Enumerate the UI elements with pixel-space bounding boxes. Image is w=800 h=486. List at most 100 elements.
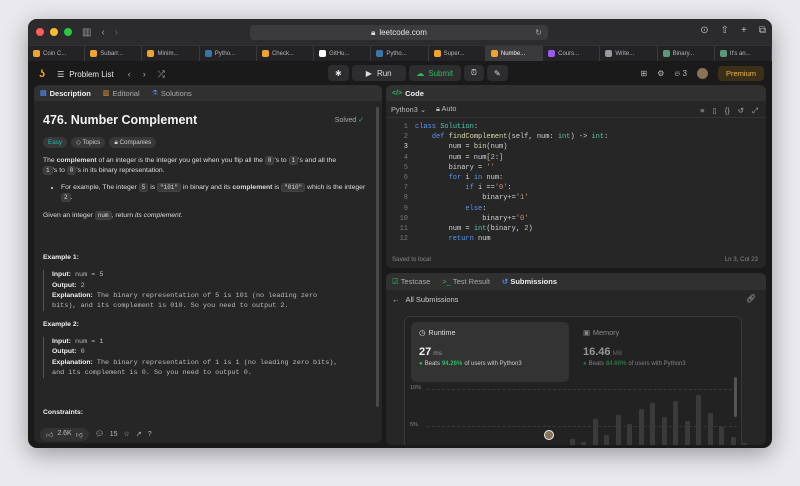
- autosave-toggle[interactable]: 🔒︎ Auto: [436, 104, 457, 114]
- reset-icon[interactable]: ↺: [738, 106, 744, 116]
- browser-tab[interactable]: Coin C...: [28, 46, 86, 61]
- results-scrollbar[interactable]: [734, 377, 737, 417]
- bookmark-icon[interactable]: ▯: [713, 106, 717, 116]
- debug-button[interactable]: ✱: [328, 65, 349, 81]
- distribution-bar[interactable]: [742, 443, 747, 445]
- my-submission-avatar: [543, 430, 554, 440]
- back-icon[interactable]: ‹: [101, 27, 104, 38]
- prev-problem-icon[interactable]: ‹: [128, 69, 131, 80]
- browser-tab[interactable]: Check...: [257, 46, 315, 61]
- distribution-bar[interactable]: [569, 439, 575, 445]
- browser-tab[interactable]: Super...: [429, 46, 486, 61]
- premium-button[interactable]: Premium: [717, 66, 764, 81]
- memory-card[interactable]: ▣ Memory 16.46 MB ● Beats 84.60% of users w…: [575, 322, 735, 382]
- topics-tag[interactable]: ◇ Topics: [71, 136, 106, 149]
- minimize-window-button[interactable]: [50, 28, 58, 36]
- browser-tab[interactable]: Pytho...: [200, 46, 257, 61]
- browser-tab[interactable]: Numbe...: [485, 46, 544, 61]
- streak-counter[interactable]: 🔥︎ 3: [674, 69, 687, 79]
- url-bar[interactable]: 🔒︎ leetcode.com ↻: [250, 25, 548, 40]
- browser-tab-label: Coin C...: [43, 50, 67, 57]
- description-scrollbar[interactable]: [376, 107, 379, 407]
- distribution-bar[interactable]: [707, 413, 713, 445]
- tab-test-result[interactable]: >_ Test Result: [442, 277, 490, 286]
- flask-icon: ⚗: [151, 90, 158, 97]
- distribution-bar[interactable]: [661, 417, 667, 445]
- language-select[interactable]: Python3 ⌄: [391, 105, 426, 114]
- next-problem-icon[interactable]: ›: [143, 69, 146, 80]
- browser-tab[interactable]: Minim...: [142, 46, 200, 61]
- distribution-bar[interactable]: [615, 415, 621, 445]
- browser-tab[interactable]: Cours...: [543, 46, 601, 61]
- layout-icon[interactable]: ⊞: [641, 69, 648, 78]
- help-icon[interactable]: ?: [148, 431, 152, 438]
- tab-description[interactable]: ▤ Description: [40, 89, 91, 98]
- browser-tab[interactable]: Subarr...: [85, 46, 143, 61]
- browser-tabs: Coin C... Subarr... Minim... Pytho... Check.…: [28, 45, 772, 61]
- problem-list-button[interactable]: ☰ Problem List: [57, 70, 114, 79]
- run-button[interactable]: ▶ Run: [351, 65, 406, 81]
- zoom-window-button[interactable]: [64, 28, 72, 36]
- comment-icon[interactable]: 💬︎: [95, 430, 104, 438]
- distribution-bar[interactable]: [592, 419, 598, 445]
- example-2-box: Input: num = 1 Output: 0 Explanation: Th…: [43, 337, 373, 378]
- tab-submissions[interactable]: ↺ Submissions: [502, 277, 557, 286]
- text: 's to: [52, 167, 67, 175]
- leetcode-logo-icon[interactable]: ʖ: [39, 68, 45, 80]
- thumbs-up-icon[interactable]: 👍︎: [46, 430, 53, 439]
- check-circle-icon: ✓: [358, 117, 364, 124]
- distribution-bar[interactable]: [627, 424, 632, 445]
- download-icon[interactable]: ⊙: [700, 25, 708, 36]
- tab-solutions[interactable]: ⚗ Solutions: [152, 89, 192, 98]
- format-icon[interactable]: ≡: [700, 106, 704, 116]
- forward-icon[interactable]: ›: [115, 27, 118, 38]
- submit-button[interactable]: ☁ Submit: [408, 65, 461, 81]
- timer-button[interactable]: ⏰︎: [463, 65, 484, 81]
- browser-tab[interactable]: Binary...: [658, 46, 715, 61]
- browser-tab[interactable]: Write...: [600, 46, 658, 61]
- runtime-card[interactable]: ◷ Runtime 27 ms ● Beats 94.26% of users wit…: [411, 322, 569, 382]
- star-icon[interactable]: ☆: [124, 430, 130, 438]
- tab-overview-icon[interactable]: ⧉: [759, 25, 766, 36]
- distribution-bar[interactable]: [719, 427, 724, 445]
- distribution-bar[interactable]: [581, 442, 586, 445]
- share-icon[interactable]: ⇧: [721, 25, 729, 36]
- distribution-bar[interactable]: [696, 395, 701, 445]
- description-tabs: ▤ Description ▥ Editorial ⚗ Solutions: [34, 85, 382, 101]
- tab-code[interactable]: </> Code: [392, 89, 424, 98]
- browser-tab[interactable]: GitHu...: [314, 46, 372, 61]
- browser-tab[interactable]: It's an...: [715, 46, 772, 61]
- beats-label: Beats: [424, 361, 440, 367]
- companies-tag[interactable]: 🔒︎ Companies: [109, 136, 157, 149]
- distribution-bar[interactable]: [650, 403, 655, 445]
- line-number: 8: [403, 194, 408, 203]
- like-count: 2.6K: [57, 429, 72, 437]
- tab-submissions-label: Submissions: [510, 277, 557, 286]
- distribution-bar[interactable]: [730, 437, 736, 445]
- sidebar-toggle-icon[interactable]: ▥: [82, 27, 91, 38]
- share-link-icon[interactable]: ↗: [136, 430, 142, 438]
- notes-button[interactable]: ✎: [486, 65, 508, 81]
- distribution-bar[interactable]: [638, 409, 644, 445]
- thumbs-down-icon[interactable]: 👎︎: [76, 430, 83, 439]
- code-area[interactable]: 1 class Solution: 2 def findComplement(sel…: [386, 118, 766, 258]
- difficulty-badge[interactable]: Easy: [43, 136, 67, 149]
- shuffle-icon[interactable]: ⤮: [158, 69, 165, 80]
- tab-testcase[interactable]: ☑ Testcase: [392, 277, 430, 286]
- reload-icon[interactable]: ↻: [535, 28, 542, 37]
- text: which is the integer: [305, 183, 366, 191]
- settings-icon[interactable]: ⚙: [657, 69, 664, 78]
- distribution-bar[interactable]: [673, 401, 678, 445]
- beats-percent: 94.26%: [441, 361, 463, 367]
- browser-tab[interactable]: Pytho...: [371, 46, 429, 61]
- close-window-button[interactable]: [36, 28, 44, 36]
- distribution-bar[interactable]: [684, 421, 690, 445]
- link-icon[interactable]: 🔗︎: [746, 294, 756, 303]
- all-submissions-link[interactable]: ← All Submissions: [386, 290, 766, 309]
- new-tab-icon[interactable]: +: [741, 25, 747, 36]
- braces-icon[interactable]: {}: [725, 106, 730, 116]
- avatar[interactable]: [696, 68, 708, 79]
- fullscreen-icon[interactable]: ⤢: [752, 106, 758, 116]
- distribution-bar[interactable]: [604, 435, 609, 445]
- tab-editorial[interactable]: ▥ Editorial: [103, 89, 140, 98]
